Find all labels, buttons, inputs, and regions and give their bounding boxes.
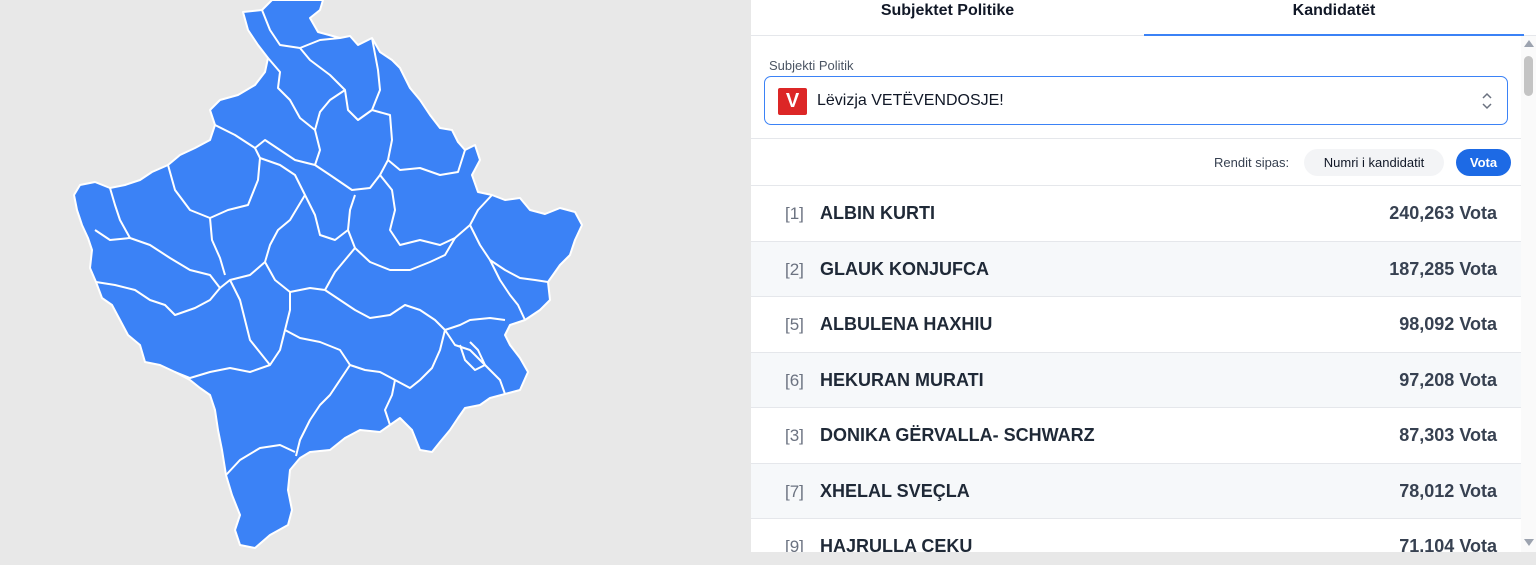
candidate-name: GLAUK KONJUFCA — [820, 258, 989, 279]
map-region[interactable] — [73, 0, 583, 549]
chevron-up-down-icon — [1482, 92, 1492, 110]
scroll-down-arrow-icon[interactable] — [1524, 539, 1534, 546]
tab-candidates[interactable]: Kandidatët — [1144, 0, 1524, 36]
candidate-votes: 98,092 Vota — [1399, 314, 1497, 334]
tab-political-subjects[interactable]: Subjektet Politike — [751, 0, 1144, 36]
sort-label: Rendit sipas: — [1214, 155, 1290, 170]
candidate-number: [6] — [785, 370, 804, 390]
results-panel: Subjektet Politike Kandidatët Subjekti P… — [751, 0, 1536, 552]
sort-by-number-button[interactable]: Numri i kandidatit — [1304, 149, 1444, 176]
candidate-votes: 87,303 Vota — [1399, 425, 1497, 445]
candidate-list: [1] ALBIN KURTI 240,263 Vota [2] GLAUK K… — [751, 186, 1521, 552]
candidate-number: [5] — [785, 315, 804, 334]
candidate-number: [1] — [785, 204, 804, 223]
candidate-votes: 71,104 Vota — [1399, 536, 1497, 552]
divider — [751, 138, 1536, 139]
candidate-votes: 240,263 Vota — [1389, 203, 1497, 223]
candidate-votes: 78,012 Vota — [1399, 480, 1497, 501]
selected-party: Lëvizja VETËVENDOSJE! — [817, 92, 1004, 109]
candidate-number: [9] — [785, 537, 804, 552]
political-subject-label: Subjekti Politik — [769, 58, 854, 73]
scroll-up-arrow-icon[interactable] — [1524, 40, 1534, 47]
candidate-votes: 187,285 Vota — [1389, 258, 1497, 279]
candidate-name: HAJRULLA ÇEKU — [820, 536, 973, 552]
candidate-row[interactable]: [9] HAJRULLA ÇEKU 71,104 Vota — [751, 519, 1521, 552]
candidate-number: [7] — [785, 481, 804, 501]
sort-by-votes-button[interactable]: Vota — [1456, 149, 1511, 176]
kosovo-map-svg[interactable] — [0, 0, 750, 565]
party-logo-icon: V — [778, 88, 807, 115]
candidate-row[interactable]: [1] ALBIN KURTI 240,263 Vota — [751, 186, 1521, 242]
candidate-number: [2] — [785, 259, 804, 279]
tab-bar: Subjektet Politike Kandidatët — [751, 0, 1536, 36]
candidate-name: HEKURAN MURATI — [820, 369, 984, 390]
candidate-row[interactable]: [2] GLAUK KONJUFCA 187,285 Vota — [751, 241, 1521, 297]
candidate-name: ALBIN KURTI — [820, 203, 935, 223]
candidate-name: ALBULENA HAXHIU — [820, 314, 993, 334]
scrollbar[interactable] — [1521, 36, 1536, 552]
candidate-row[interactable]: [3] DONIKA GËRVALLA- SCHWARZ 87,303 Vota — [751, 408, 1521, 464]
candidate-row[interactable]: [7] XHELAL SVEÇLA 78,012 Vota — [751, 463, 1521, 519]
candidate-name: DONIKA GËRVALLA- SCHWARZ — [820, 425, 1095, 445]
candidate-number: [3] — [785, 426, 804, 445]
political-subject-select[interactable]: V Lëvizja VETËVENDOSJE! — [764, 76, 1508, 125]
candidate-row[interactable]: [6] HEKURAN MURATI 97,208 Vota — [751, 352, 1521, 408]
candidate-row[interactable]: [5] ALBULENA HAXHIU 98,092 Vota — [751, 297, 1521, 353]
candidate-name: XHELAL SVEÇLA — [820, 480, 970, 501]
municipality-map[interactable] — [0, 0, 750, 565]
candidate-votes: 97,208 Vota — [1399, 369, 1497, 390]
scrollbar-thumb[interactable] — [1524, 56, 1533, 96]
